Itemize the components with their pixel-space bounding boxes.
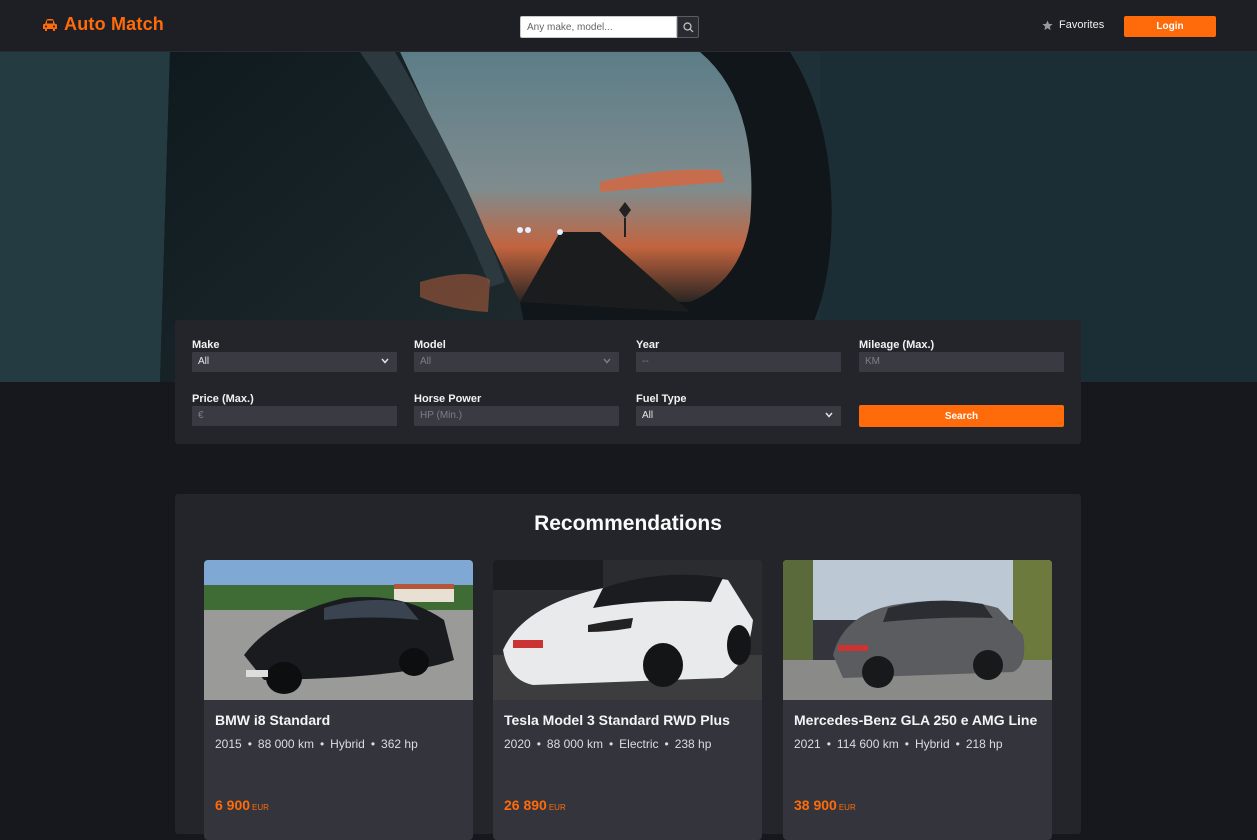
chevron-down-icon [603,358,611,364]
search-filters-panel: Make All Model All Year -- Mileage (Max.… [175,320,1081,444]
make-filter: Make All [192,338,397,372]
car-power: 362 hp [381,737,418,751]
car-name: Tesla Model 3 Standard RWD Plus [504,712,730,728]
car-price: 26 890 EUR [504,797,566,815]
car-fuel: Electric [619,737,659,751]
car-specs: 2020 • 88 000 km • Electric • 238 hp [504,737,712,751]
price-label: Price (Max.) [192,393,254,405]
car-name: Mercedes-Benz GLA 250 e AMG Line [794,712,1038,728]
model-value: All [420,356,432,367]
price-placeholder: € [198,410,204,421]
car-mileage: 114 600 km [836,737,899,751]
car-power: 238 hp [674,737,712,751]
year-label: Year [636,339,660,351]
year-filter: Year -- [636,338,841,372]
price-value: 38 900 [794,797,837,813]
recommendations-title: Recommendations [534,512,722,535]
car-specs: 2015 • 88 000 km • Hybrid • 362 hp [215,737,418,751]
car-mileage: 88 000 km [257,737,314,751]
car-photo [783,560,1052,700]
horse-power-filter: Horse Power HP (Min.) [414,392,619,426]
car-year: 2021 [794,737,821,751]
model-filter: Model All [414,338,619,372]
car-card[interactable]: Tesla Model 3 Standard RWD Plus 2020 • 88 … [493,560,762,840]
car-name: BMW i8 Standard [215,712,331,728]
fuel-type-filter: Fuel Type All [636,392,841,426]
price-currency: EUR [252,803,269,812]
top-navbar: Auto Match Favorites Login [0,0,1257,52]
chevron-down-icon [825,412,833,418]
favorites-link[interactable]: Favorites [1042,19,1104,31]
price-currency: EUR [548,803,566,812]
car-fuel: Hybrid [914,737,950,751]
fuel-type-value: All [642,410,654,421]
star-icon [1042,19,1053,30]
year-select[interactable]: -- [636,352,841,372]
header-search [520,16,699,38]
brand-logo[interactable]: Auto Match [42,14,164,35]
price-value: 6 900 [215,797,251,813]
mileage-filter: Mileage (Max.) KM [859,338,1064,372]
mileage-label: Mileage (Max.) [859,339,935,351]
fuel-type-select[interactable]: All [636,406,841,426]
search-button[interactable] [677,16,699,38]
search-submit-button[interactable]: Search [859,405,1064,427]
car-mileage: 88 000 km [546,737,603,751]
horse-power-label: Horse Power [414,393,482,405]
car-photo [204,560,473,700]
price-currency: EUR [838,803,856,812]
car-price: 38 900 EUR [794,797,856,815]
mileage-placeholder: KM [865,356,880,367]
horse-power-placeholder: HP (Min.) [420,410,463,421]
car-card[interactable]: BMW i8 Standard 2015 • 88 000 km • Hybrid • 36… [204,560,473,840]
car-photo [493,560,762,700]
car-specs: 2021 • 114 600 km • Hybrid • 218 hp [794,737,1003,751]
mileage-input[interactable]: KM [859,352,1064,372]
favorites-label: Favorites [1059,19,1105,31]
car-power: 218 hp [965,737,1003,751]
car-icon [43,18,57,31]
car-card[interactable]: Mercedes-Benz GLA 250 e AMG Line 2021 • 11… [783,560,1052,840]
chevron-down-icon [381,358,389,364]
search-icon [682,21,693,32]
make-label: Make [192,339,220,351]
car-year: 2015 [215,737,242,751]
car-year: 2020 [504,737,531,751]
horse-power-input[interactable]: HP (Min.) [414,406,619,426]
car-price: 6 900 EUR [215,797,269,815]
model-label: Model [414,339,446,351]
brand-name: Auto Match [64,14,164,34]
recommendations-section: Recommendations BMW i8 Standard 2015 • 88 … [175,494,1081,840]
price-filter: Price (Max.) € [192,392,397,426]
search-input[interactable] [520,16,677,38]
make-value: All [198,356,210,367]
car-fuel: Hybrid [330,737,365,751]
price-input[interactable]: € [192,406,397,426]
make-select[interactable]: All [192,352,397,372]
model-select[interactable]: All [414,352,619,372]
year-value: -- [642,356,649,367]
fuel-type-label: Fuel Type [636,393,687,405]
login-button[interactable]: Login [1124,16,1216,37]
price-value: 26 890 [504,797,547,813]
